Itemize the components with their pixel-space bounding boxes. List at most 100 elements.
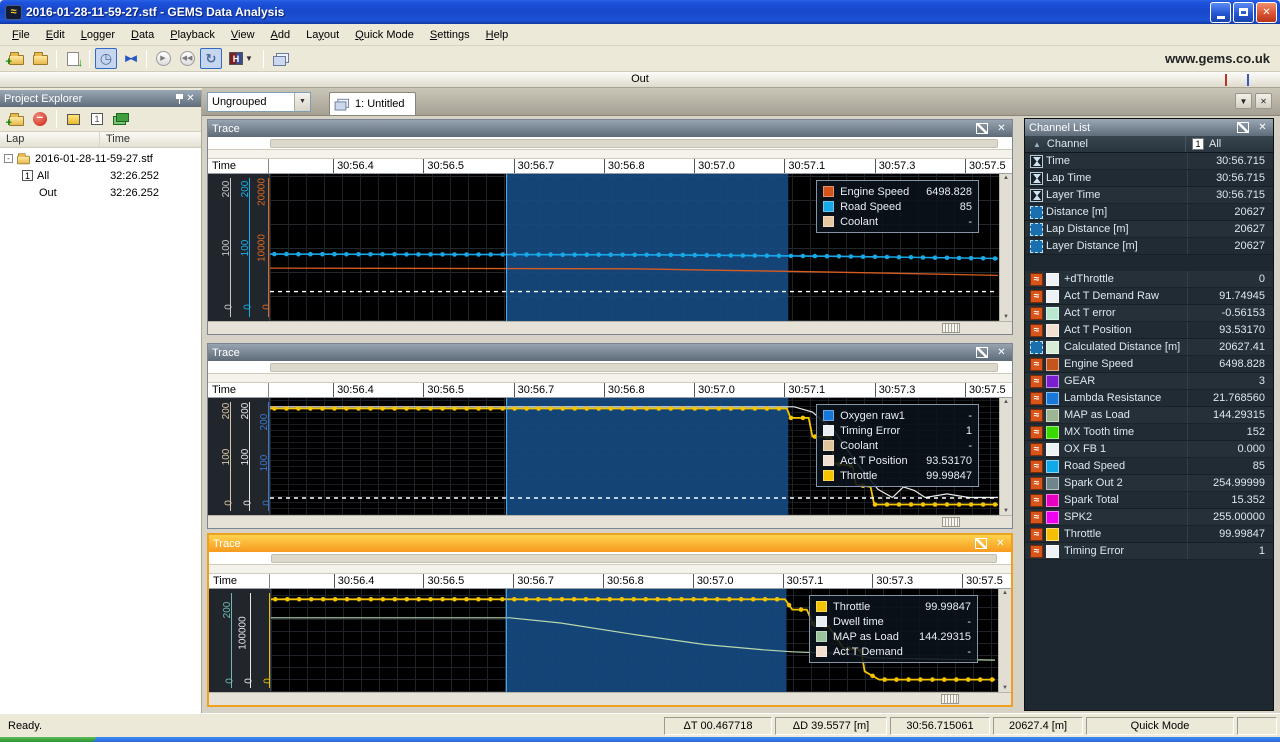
channel-row-time[interactable]: Time30:56.715 [1025,153,1273,170]
remove-log-button[interactable]: − [29,109,51,130]
sort-ascending-icon[interactable]: ▲ [1033,140,1041,149]
horizontal-scrollbar[interactable] [208,321,1012,334]
popout-icon[interactable] [1237,122,1249,133]
scroll-up-icon[interactable]: ▲ [1003,175,1009,181]
layout-button[interactable] [269,48,291,69]
close-panel-icon[interactable]: ✕ [995,123,1008,135]
channel-row-timing-error[interactable]: ≈Timing Error1 [1025,543,1273,560]
channel-row-distance-m-[interactable]: Distance [m]20627 [1025,204,1273,221]
horizontal-scrollbar[interactable] [208,515,1012,528]
trace-panel-2[interactable]: Trace✕ Time30:56.430:56.530:56.730:56.830… [207,343,1013,529]
lap-number-button[interactable]: 1 [86,109,108,130]
column-lap-value[interactable]: 1 All [1185,136,1273,152]
close-panel-icon[interactable]: ✕ [995,347,1008,359]
channel-row-engine-speed[interactable]: ≈Engine Speed6498.828 [1025,356,1273,373]
combobox-dropdown-icon[interactable]: ▼ [294,93,310,111]
tab-close-button[interactable]: ✕ [1255,93,1272,109]
scroll-up-icon[interactable]: ▲ [1002,590,1008,596]
channel-row-ox-fb-1[interactable]: ≈OX FB 10.000 [1025,441,1273,458]
vertical-scrollbar[interactable]: ▲▼ [998,589,1011,692]
scroll-down-icon[interactable]: ▼ [1002,685,1008,691]
menu-item-add[interactable]: Add [263,26,299,44]
vertical-scrollbar[interactable]: ▲▼ [999,398,1012,515]
scroll-down-icon[interactable]: ▼ [1003,314,1009,320]
close-panel-icon[interactable]: ✕ [184,93,197,105]
plot-area[interactable]: Engine Speed6498.828Road Speed85Coolant- [269,174,999,321]
scroll-up-icon[interactable]: ▲ [1003,399,1009,405]
menu-item-edit[interactable]: Edit [38,26,73,44]
tree-row-lap-all[interactable]: 1 All 32:26.252 [0,167,201,184]
menu-item-file[interactable]: File [4,26,38,44]
overview-bar[interactable] [271,554,997,563]
time-axis-row[interactable]: Time30:56.430:56.530:56.730:56.830:57.03… [209,574,1011,589]
trace-header[interactable]: Trace✕ [208,344,1012,361]
menu-item-data[interactable]: Data [123,26,162,44]
start-button-edge[interactable] [0,737,96,742]
lap-strip[interactable]: Out [0,72,1280,88]
menu-item-help[interactable]: Help [478,26,517,44]
tree-row-lap-out[interactable]: Out 32:26.252 [0,184,201,201]
windows-taskbar-edge[interactable] [0,737,1280,742]
rewind-button[interactable]: ◀◀ [176,48,198,69]
time-mode-button[interactable]: ◷ [95,48,117,69]
scroll-grip[interactable] [941,694,959,704]
menu-item-playback[interactable]: Playback [162,26,223,44]
new-session-button[interactable]: + [5,48,27,69]
add-log-button[interactable]: + [5,109,27,130]
column-lap[interactable]: Lap [0,132,100,147]
channel-row-gear[interactable]: ≈GEAR3 [1025,373,1273,390]
scroll-grip[interactable] [942,323,960,333]
tab-list-button[interactable]: ▼ [1235,93,1252,109]
channel-row-mx-tooth-time[interactable]: ≈MX Tooth time152 [1025,424,1273,441]
scroll-down-icon[interactable]: ▼ [1003,508,1009,514]
trace-panel-3-active[interactable]: Trace✕ Time30:56.430:56.530:56.730:56.830… [207,533,1013,707]
channel-row-act-t-error[interactable]: ≈Act T error-0.56153 [1025,305,1273,322]
histogram-mode-button[interactable]: H▼ [224,48,258,69]
close-panel-icon[interactable]: ✕ [994,538,1007,550]
marker-button[interactable]: ▶◀ [119,48,141,69]
open-session-button[interactable] [29,48,51,69]
overview-bar[interactable] [270,139,998,148]
overview-strip[interactable] [208,361,1012,374]
time-axis-row[interactable]: Time30:56.430:56.530:56.730:56.830:57.03… [208,159,1012,174]
trace-header[interactable]: Trace✕ [208,120,1012,137]
overview-strip[interactable] [208,137,1012,150]
menu-item-settings[interactable]: Settings [422,26,478,44]
overview-strip[interactable] [209,552,1011,565]
loop-button[interactable]: ↻ [200,48,222,69]
maximize-button[interactable] [1233,2,1254,23]
channel-row-spk2[interactable]: ≈SPK2255.00000 [1025,509,1273,526]
layers-button[interactable] [110,109,132,130]
popout-icon[interactable] [976,123,988,134]
overview-bar[interactable] [270,363,998,372]
channel-row-road-speed[interactable]: ≈Road Speed85 [1025,458,1273,475]
channel-row-layer-time[interactable]: Layer Time30:56.715 [1025,187,1273,204]
time-axis-row[interactable]: Time30:56.430:56.530:56.730:56.830:57.03… [208,383,1012,398]
plot-area[interactable]: Throttle99.99847Dwell time-MAP as Load14… [270,589,998,692]
channel-row--dthrottle[interactable]: ≈+dThrottle0 [1025,271,1273,288]
tree-row-file[interactable]: - 2016-01-28-11-59-27.stf [0,150,201,167]
channel-row-spark-total[interactable]: ≈Spark Total15.352 [1025,492,1273,509]
channel-row-map-as-load[interactable]: ≈MAP as Load144.29315 [1025,407,1273,424]
pin-icon[interactable] [168,93,181,105]
column-channel[interactable]: Channel [1047,138,1088,150]
group-combobox[interactable]: Ungrouped ▼ [207,92,311,112]
column-time[interactable]: Time [100,132,136,147]
trace-header[interactable]: Trace✕ [209,535,1011,552]
tree-expander-icon[interactable]: - [4,154,13,163]
channel-row-lambda-resistance[interactable]: ≈Lambda Resistance21.768560 [1025,390,1273,407]
menu-item-layout[interactable]: Layout [298,26,347,44]
horizontal-scrollbar[interactable] [209,692,1011,705]
vertical-scrollbar[interactable]: ▲▼ [999,174,1012,321]
menu-item-view[interactable]: View [223,26,263,44]
close-panel-icon[interactable]: ✕ [1256,122,1269,134]
menu-item-logger[interactable]: Logger [73,26,123,44]
tab-untitled[interactable]: 1: Untitled [329,92,416,115]
plot-area[interactable]: Oxygen raw1-Timing Error1Coolant-Act T P… [269,398,999,515]
popout-icon[interactable] [976,347,988,358]
menu-item-quick-mode[interactable]: Quick Mode [347,26,422,44]
channel-row-lap-distance-m-[interactable]: Lap Distance [m]20627 [1025,221,1273,238]
channel-row-lap-time[interactable]: Lap Time30:56.715 [1025,170,1273,187]
channel-row-spark-out-2[interactable]: ≈Spark Out 2254.99999 [1025,475,1273,492]
popout-icon[interactable] [975,538,987,549]
